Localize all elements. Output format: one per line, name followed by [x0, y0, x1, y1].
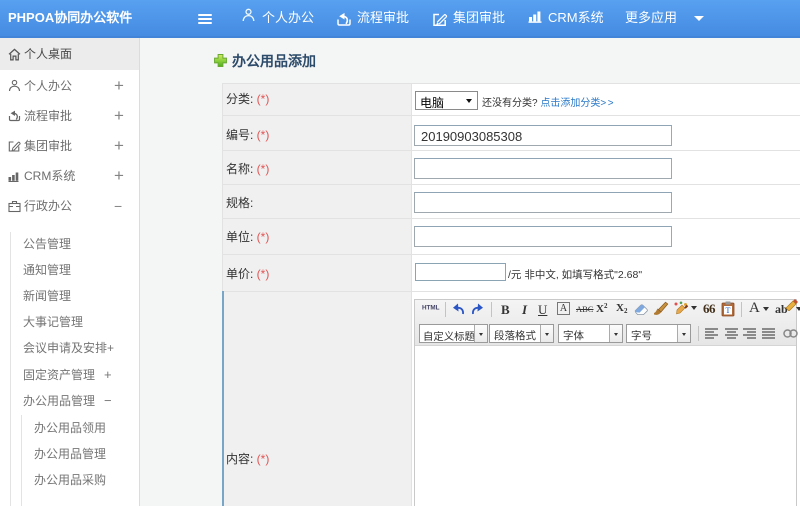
svg-text:T: T — [726, 306, 731, 315]
